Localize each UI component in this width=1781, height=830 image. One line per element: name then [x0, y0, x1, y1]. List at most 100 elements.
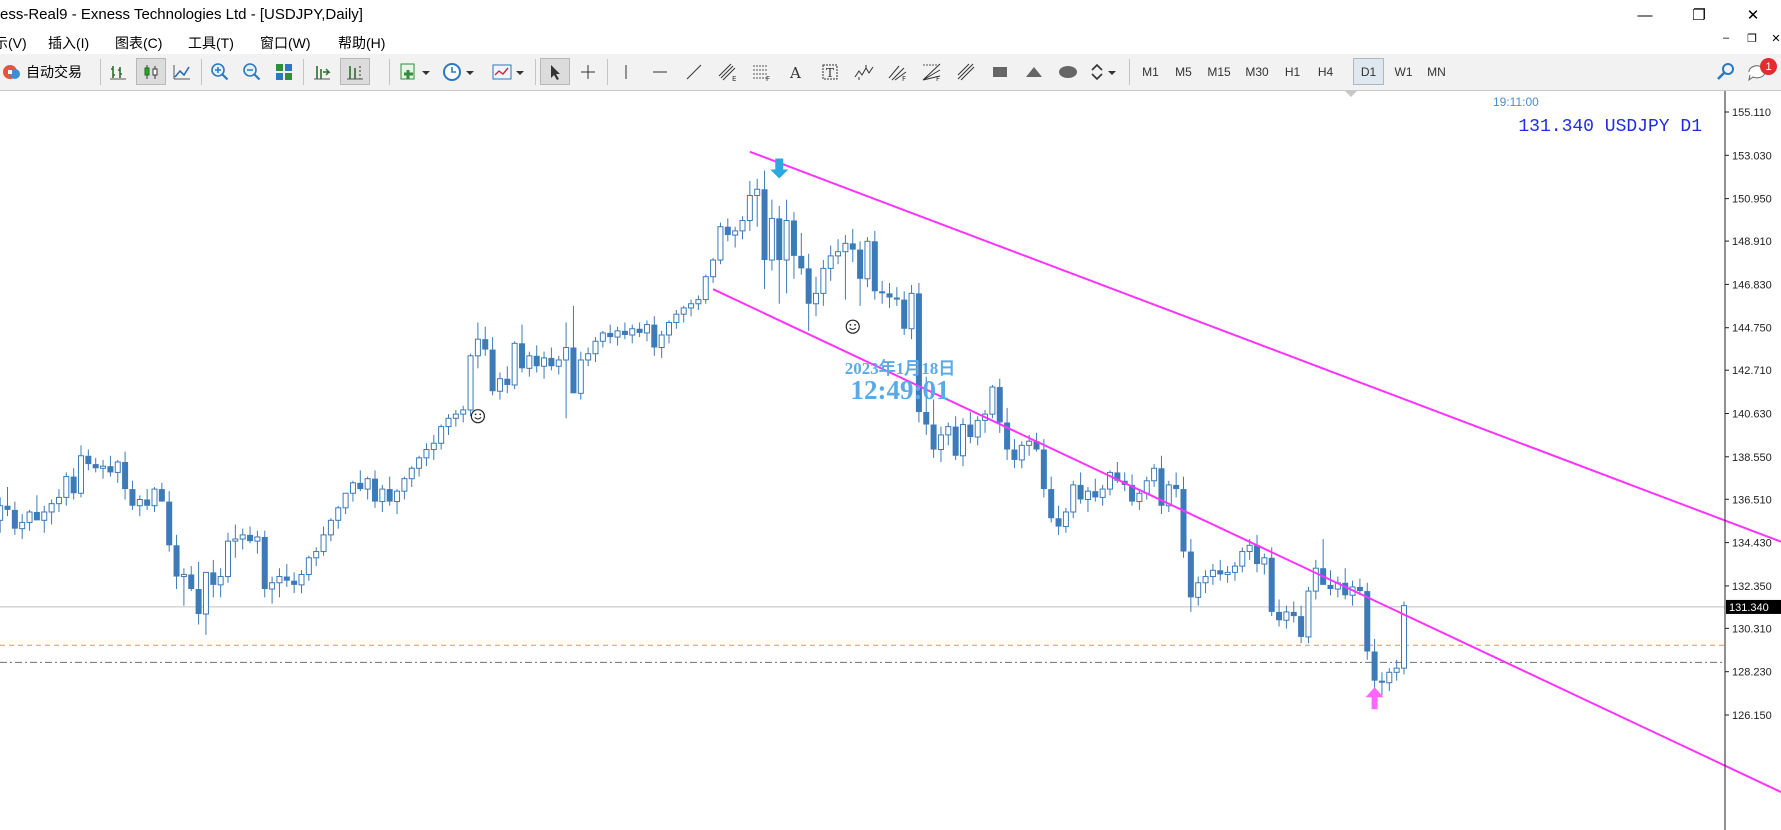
candle	[607, 324, 614, 344]
templates-button[interactable]	[486, 58, 530, 85]
trendline-button[interactable]	[680, 58, 708, 85]
chart-shift-button[interactable]	[340, 58, 370, 85]
zoom-in-button[interactable]	[206, 58, 234, 85]
menu-help[interactable]: 帮助(H)	[338, 33, 385, 53]
candle-body-bull	[63, 476, 70, 498]
candle	[1143, 476, 1150, 500]
candle	[63, 472, 70, 506]
text-button[interactable]: A	[782, 58, 810, 85]
horizontal-line-button[interactable]	[646, 58, 674, 85]
menu-tools[interactable]: 工具(T)	[188, 33, 234, 53]
search-button[interactable]	[1712, 58, 1740, 85]
candle-body-bull	[1239, 551, 1246, 567]
svg-text:F: F	[936, 75, 940, 82]
restore-button[interactable]: ❐	[1676, 0, 1722, 30]
zoom-out-button[interactable]	[238, 58, 266, 85]
more-objects-button[interactable]	[1086, 58, 1122, 85]
candle-body-bear	[173, 545, 180, 577]
indicators-button[interactable]	[394, 58, 438, 85]
smiley-icon	[845, 319, 860, 334]
gann-button[interactable]: F	[884, 58, 912, 85]
tile-windows-button[interactable]	[270, 58, 298, 85]
timeframe-d1[interactable]: D1	[1353, 58, 1384, 85]
auto-trading-icon	[3, 64, 20, 79]
y-tick-label: 138.550	[1732, 452, 1772, 464]
candle	[783, 199, 790, 294]
timeframe-w1[interactable]: W1	[1388, 58, 1419, 85]
candle	[585, 347, 592, 367]
candle-body-bull	[48, 503, 55, 513]
candle	[835, 239, 842, 265]
candle-body-bear	[923, 412, 930, 425]
andrews-pitchfork-button[interactable]	[952, 58, 980, 85]
mdi-close-button[interactable]: ✕	[1767, 32, 1781, 45]
candle	[621, 322, 628, 340]
candle-body-bear	[1371, 651, 1378, 681]
candle	[460, 405, 467, 423]
candle	[1158, 455, 1165, 515]
menu-view[interactable]: 示(V)	[0, 33, 27, 53]
timeframe-m15[interactable]: M15	[1201, 58, 1237, 85]
candle-body-bull	[526, 355, 533, 369]
equidistant-channel-button[interactable]: E	[714, 58, 742, 85]
close-button[interactable]: ✕	[1730, 0, 1776, 30]
cursor-button[interactable]	[540, 58, 570, 85]
timeframe-h4[interactable]: H4	[1310, 58, 1341, 85]
ellipse-icon	[1059, 65, 1077, 78]
timeframe-m1[interactable]: M1	[1135, 58, 1166, 85]
arrows-icon	[854, 64, 874, 80]
candle	[1165, 480, 1172, 512]
vertical-line-button[interactable]	[612, 58, 640, 85]
candle-body-bull	[989, 386, 996, 415]
candle-body-bull	[0, 505, 4, 521]
mdi-minimize-button[interactable]: –	[1717, 32, 1735, 44]
menu-window[interactable]: 窗口(W)	[260, 33, 311, 53]
candle	[989, 384, 996, 419]
auto-trading-button[interactable]: 自动交易	[0, 58, 88, 85]
candle-body-bull	[364, 478, 371, 490]
candle	[1290, 601, 1297, 623]
candle	[577, 351, 584, 400]
text-label-button[interactable]: T	[816, 58, 844, 85]
bar-chart-button[interactable]	[104, 58, 132, 85]
fibonacci-button[interactable]: F	[748, 58, 776, 85]
notifications-button[interactable]: 1	[1746, 58, 1780, 85]
zoom-in-icon	[211, 62, 229, 80]
timeframe-m30[interactable]: M30	[1239, 58, 1275, 85]
y-tick-label: 126.150	[1732, 710, 1772, 722]
price-chart[interactable]: 155.110 153.030 150.950 148.910 146.830 144.7…	[0, 91, 1781, 830]
arrows-button[interactable]	[850, 58, 878, 85]
mdi-restore-button[interactable]: ❐	[1743, 32, 1761, 45]
candle-body-bear	[482, 339, 489, 350]
candle-body-bear	[210, 572, 217, 585]
line-chart-button[interactable]	[168, 58, 196, 85]
auto-scroll-button[interactable]	[308, 58, 336, 85]
menu-insert[interactable]: 插入(I)	[48, 33, 89, 53]
timeframe-m5[interactable]: M5	[1168, 58, 1199, 85]
crosshair-button[interactable]	[574, 58, 602, 85]
y-tick-label: 130.310	[1732, 623, 1772, 635]
candle	[180, 568, 187, 606]
candle	[41, 505, 48, 533]
timeframe-mn[interactable]: MN	[1421, 58, 1452, 85]
candle	[496, 372, 503, 400]
candle	[136, 495, 143, 517]
candle-body-bull	[298, 573, 305, 586]
triangle-button[interactable]	[1020, 58, 1048, 85]
candle-body-bear	[805, 268, 812, 304]
timeframe-h1[interactable]: H1	[1277, 58, 1308, 85]
candle	[261, 530, 268, 598]
ellipse-button[interactable]	[1054, 58, 1082, 85]
periods-button[interactable]	[438, 58, 482, 85]
candle	[1231, 561, 1238, 581]
candle-body-bear	[621, 330, 628, 336]
rectangle-button[interactable]	[986, 58, 1014, 85]
price-label: 131.340 USDJPY D1	[1518, 117, 1702, 137]
candle-body-bear	[11, 509, 18, 529]
fibo-fan-button[interactable]: F	[918, 58, 946, 85]
minimize-button[interactable]: —	[1622, 0, 1668, 30]
candle-body-bear	[1342, 582, 1349, 596]
candlestick-chart-button[interactable]	[136, 58, 166, 85]
menu-charts[interactable]: 图表(C)	[115, 33, 162, 53]
rectangle-icon	[993, 66, 1007, 77]
